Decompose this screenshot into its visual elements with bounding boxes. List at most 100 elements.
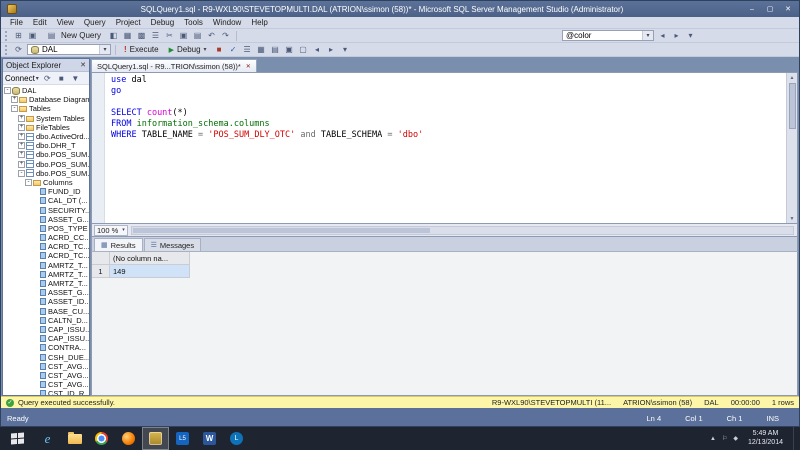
taskbar-clock[interactable]: 5:49 AM 12/13/2014 xyxy=(744,430,787,447)
scroll-down-icon[interactable]: ▼ xyxy=(790,214,795,223)
execute-button[interactable]: ! Execute xyxy=(120,44,163,56)
tab-results[interactable]: ▦ Results xyxy=(94,238,143,251)
tray-network-icon[interactable]: ◆ xyxy=(733,435,738,442)
tree-node[interactable]: +dbo.POS_SUM... xyxy=(3,150,89,159)
close-button[interactable]: ✕ xyxy=(779,3,797,16)
taskbar-logmein[interactable]: L5 xyxy=(169,427,196,450)
zoom-combobox[interactable]: 100 % ▾ xyxy=(94,225,128,236)
document-tab[interactable]: SQLQuery1.sql - R9...TRION\ssimon (58))*… xyxy=(91,59,257,72)
database-combo-caret-icon[interactable]: ▾ xyxy=(99,45,110,54)
maximize-button[interactable]: ▢ xyxy=(761,3,779,16)
zoom-caret-icon[interactable]: ▾ xyxy=(122,227,125,233)
editor-vertical-scrollbar[interactable]: ▲ ▼ xyxy=(786,73,797,223)
tab-messages[interactable]: ☰ Messages xyxy=(144,238,201,251)
tab-close-icon[interactable]: ✕ xyxy=(246,63,251,70)
expand-icon[interactable]: + xyxy=(18,161,25,168)
debug-caret-icon[interactable]: ▾ xyxy=(204,46,207,53)
uncomment-icon[interactable]: ▢ xyxy=(297,44,310,56)
collapse-icon[interactable]: - xyxy=(25,179,32,186)
toolbar-grip[interactable] xyxy=(5,31,8,41)
cancel-query-icon[interactable]: ■ xyxy=(213,44,226,56)
menu-item-debug[interactable]: Debug xyxy=(146,18,180,27)
show-desktop-button[interactable] xyxy=(793,427,798,450)
indent-icon[interactable]: ▸ xyxy=(325,44,338,56)
tree-node[interactable]: ACRD_TC... xyxy=(3,251,89,260)
taskbar-lync[interactable]: L xyxy=(223,427,250,450)
grid-corner-cell[interactable] xyxy=(92,252,110,265)
menu-item-project[interactable]: Project xyxy=(111,18,146,27)
new-query-button[interactable]: ▤ New Query xyxy=(41,30,105,42)
tree-node[interactable]: AMRTZ_T... xyxy=(3,279,89,288)
results-to-text-icon[interactable]: ☰ xyxy=(241,44,254,56)
database-combobox[interactable]: DAL ▾ xyxy=(27,44,111,55)
tree-node[interactable]: CAP_ISSU... xyxy=(3,325,89,334)
expand-icon[interactable]: + xyxy=(18,115,25,122)
menu-item-help[interactable]: Help xyxy=(246,18,272,27)
tree-node[interactable]: BASE_CU... xyxy=(3,307,89,316)
object-explorer-tree[interactable]: -DAL+Database Diagrams-Tables+System Tab… xyxy=(3,85,89,395)
tree-node[interactable]: CST_AVG... xyxy=(3,362,89,371)
comment-icon[interactable]: ▣ xyxy=(283,44,296,56)
results-to-file-icon[interactable]: ▤ xyxy=(269,44,282,56)
tree-node[interactable]: FUND_ID xyxy=(3,187,89,196)
filter-icon[interactable]: ▼ xyxy=(69,72,82,84)
tree-node[interactable]: CST_AVG... xyxy=(3,380,89,389)
taskbar-file-explorer[interactable] xyxy=(61,427,88,450)
tree-node[interactable]: ASSET_G... xyxy=(3,288,89,297)
print-icon[interactable]: ☰ xyxy=(149,30,162,42)
object-explorer-titlebar[interactable]: Object Explorer ✕ xyxy=(3,59,89,72)
taskbar-chrome[interactable] xyxy=(88,427,115,450)
expand-icon[interactable]: + xyxy=(11,96,18,103)
tree-node[interactable]: SECURITY... xyxy=(3,205,89,214)
menu-item-view[interactable]: View xyxy=(52,18,79,27)
tree-node[interactable]: -Columns xyxy=(3,178,89,187)
color-combo-caret-icon[interactable]: ▾ xyxy=(642,31,653,40)
tree-node[interactable]: POS_TYPE xyxy=(3,224,89,233)
menu-item-edit[interactable]: Edit xyxy=(28,18,52,27)
tree-node[interactable]: ACRD_TC... xyxy=(3,242,89,251)
start-button[interactable] xyxy=(0,427,34,450)
toolbar-options-icon[interactable]: ▾ xyxy=(684,30,697,42)
tray-flag-icon[interactable]: ⚐ xyxy=(722,435,727,442)
results-to-grid-icon[interactable]: ▦ xyxy=(255,44,268,56)
result-cell[interactable]: 149 xyxy=(110,265,190,278)
menu-item-query[interactable]: Query xyxy=(79,18,111,27)
navigate-back-icon[interactable]: ◂ xyxy=(656,30,669,42)
cut-icon[interactable]: ✂ xyxy=(163,30,176,42)
tree-node[interactable]: CAP_ISSU... xyxy=(3,334,89,343)
menu-item-file[interactable]: File xyxy=(5,18,28,27)
title-bar[interactable]: SQLQuery1.sql - R9-WXL90\STEVETOPMULTI.D… xyxy=(1,1,799,17)
scrollbar-thumb[interactable] xyxy=(789,83,796,129)
tree-node[interactable]: -Tables xyxy=(3,104,89,113)
navigate-forward-icon[interactable]: ▸ xyxy=(670,30,683,42)
connect-caret-icon[interactable]: ▾ xyxy=(36,75,39,82)
expand-icon[interactable]: + xyxy=(18,142,25,149)
tree-node[interactable]: CONTRA... xyxy=(3,343,89,352)
tree-node[interactable]: -DAL xyxy=(3,86,89,95)
tray-chevron-up-icon[interactable]: ▲ xyxy=(710,436,716,442)
tree-node[interactable]: -dbo.POS_SUM... xyxy=(3,169,89,178)
copy-icon[interactable]: ▣ xyxy=(177,30,190,42)
tree-node[interactable]: +Database Diagrams xyxy=(3,95,89,104)
tree-node[interactable]: CAL_DT (... xyxy=(3,196,89,205)
tree-node[interactable]: ASSET_ID... xyxy=(3,297,89,306)
paste-icon[interactable]: ▤ xyxy=(191,30,204,42)
menu-item-tools[interactable]: Tools xyxy=(179,18,208,27)
tree-node[interactable]: ACRD_CC... xyxy=(3,233,89,242)
collapse-icon[interactable]: - xyxy=(18,170,25,177)
object-explorer-close-icon[interactable]: ✕ xyxy=(80,61,86,69)
toolbar-grip[interactable] xyxy=(5,45,8,55)
tree-node[interactable]: CST_AVG... xyxy=(3,371,89,380)
change-connection-icon[interactable]: ⟳ xyxy=(12,44,25,56)
expand-icon[interactable]: + xyxy=(18,133,25,140)
editor-horizontal-scrollbar[interactable] xyxy=(131,226,794,235)
scrollbar-track[interactable] xyxy=(787,82,797,214)
save-all-icon[interactable]: ▩ xyxy=(135,30,148,42)
minimize-button[interactable]: – xyxy=(743,3,761,16)
tree-node[interactable]: +System Tables xyxy=(3,114,89,123)
menu-item-window[interactable]: Window xyxy=(208,18,246,27)
taskbar-ssms[interactable] xyxy=(142,427,169,450)
expand-icon[interactable]: + xyxy=(18,151,25,158)
stop-icon[interactable]: ■ xyxy=(55,72,68,84)
parse-query-icon[interactable]: ✓ xyxy=(227,44,240,56)
